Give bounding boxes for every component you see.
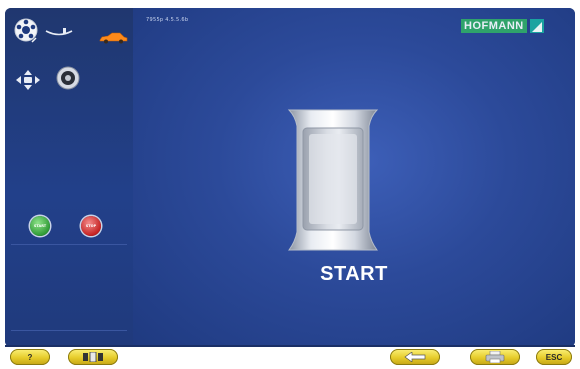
sidebar: START STOP bbox=[5, 8, 133, 347]
start-button[interactable]: START bbox=[30, 216, 50, 236]
balance-weight-icon[interactable] bbox=[45, 28, 73, 40]
esc-button[interactable]: ESC bbox=[536, 349, 572, 365]
hofmann-logo: HOFMANN bbox=[461, 19, 544, 33]
print-button[interactable] bbox=[470, 349, 520, 365]
start-prompt-label: START bbox=[320, 263, 388, 285]
tire-icon bbox=[287, 109, 379, 251]
tools-button[interactable] bbox=[68, 349, 118, 365]
wheel-icon[interactable] bbox=[13, 17, 39, 43]
app-window: START START STOP 7955p 4.5.5.6b HOFMANN bbox=[5, 8, 575, 347]
version-label: 7955p 4.5.5.6b bbox=[146, 17, 189, 23]
stop-button[interactable]: STOP bbox=[81, 216, 101, 236]
printer-icon bbox=[485, 351, 505, 363]
help-button[interactable]: ? bbox=[10, 349, 50, 365]
wheel-balancer-icon bbox=[83, 352, 103, 362]
sidebar-divider bbox=[11, 244, 127, 245]
arrow-left-icon bbox=[404, 352, 426, 362]
sidebar-divider bbox=[11, 330, 127, 331]
car-icon[interactable] bbox=[98, 32, 128, 44]
rim-gauge-icon[interactable] bbox=[56, 66, 80, 90]
back-button[interactable] bbox=[390, 349, 440, 365]
logo-text: HOFMANN bbox=[461, 19, 527, 33]
esc-label: ESC bbox=[545, 352, 563, 362]
position-arrows-icon[interactable] bbox=[15, 69, 41, 91]
main-panel: START bbox=[133, 8, 575, 347]
help-label: ? bbox=[27, 352, 33, 362]
logo-mark-icon bbox=[529, 19, 544, 33]
